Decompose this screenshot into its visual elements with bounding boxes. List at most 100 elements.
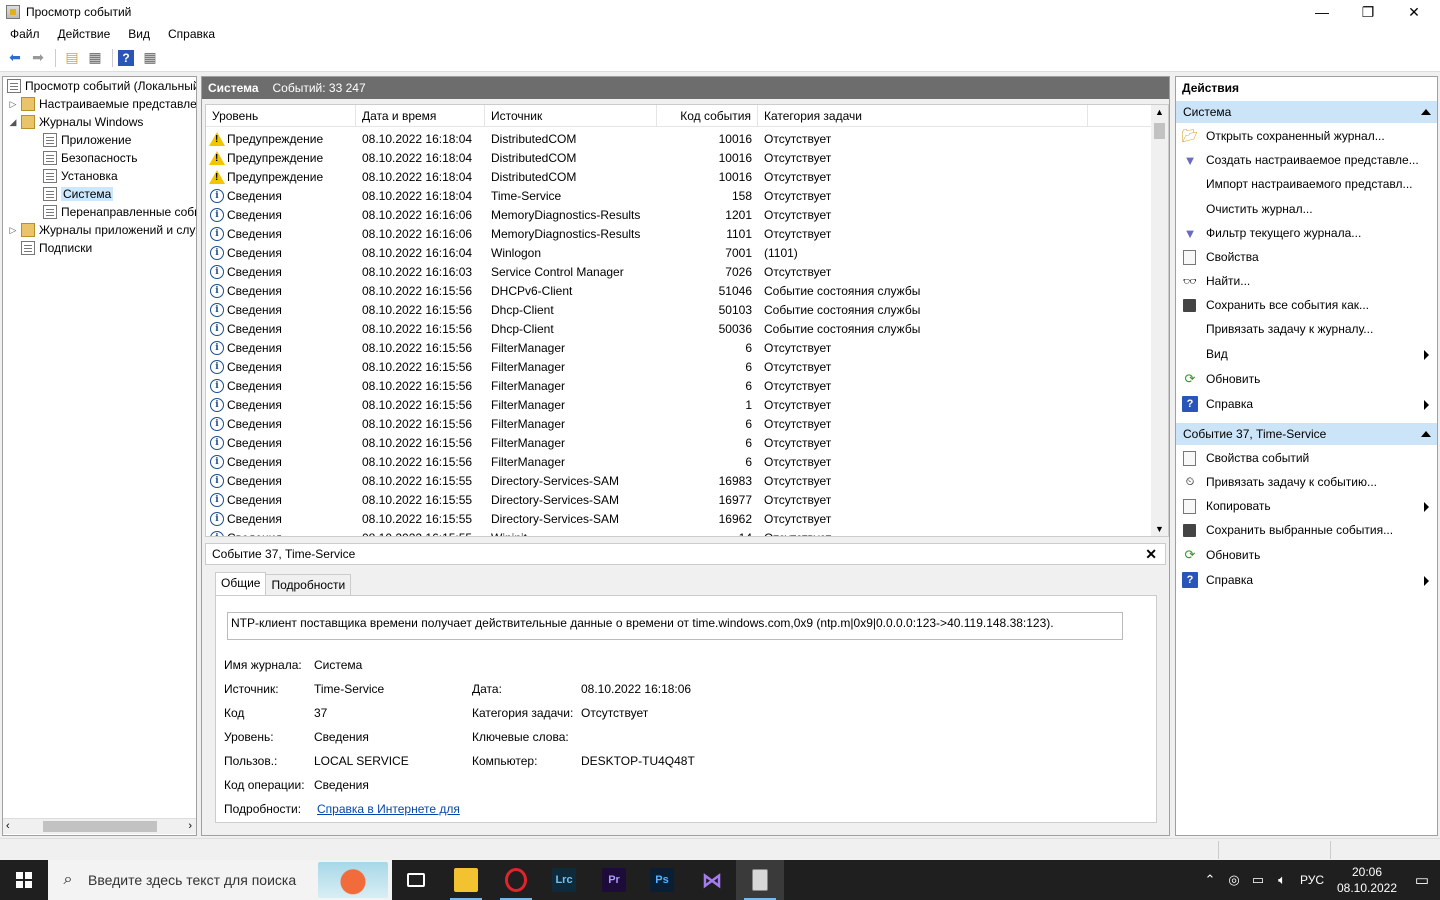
table-row[interactable]: i Сведения 08.10.2022 16:16:03 Service Cont… — [206, 262, 1151, 281]
value-source[interactable]: Time-Service — [314, 682, 384, 696]
start-button[interactable] — [0, 860, 48, 900]
table-row[interactable]: Предупреждение 08.10.2022 16:18:04 Distrib… — [206, 129, 1151, 148]
table-row[interactable]: Предупреждение 08.10.2022 16:18:04 Distrib… — [206, 167, 1151, 186]
table-row[interactable]: i Сведения 08.10.2022 16:16:04 Winlogon 7001… — [206, 243, 1151, 262]
forward-arrow-icon[interactable]: ➡ — [27, 47, 49, 69]
table-row[interactable]: i Сведения 08.10.2022 16:15:56 Dhcp-Client 5… — [206, 319, 1151, 338]
action-item[interactable]: 👓︎ Найти... — [1176, 270, 1437, 292]
notifications-icon[interactable]: ▭ — [1404, 871, 1440, 889]
column-task-category[interactable]: Категория задачи — [758, 105, 1088, 126]
taskbar-photoshop[interactable]: Ps — [638, 860, 686, 900]
action-item[interactable]: Свойства — [1176, 246, 1437, 268]
action-item[interactable]: Копировать — [1176, 495, 1437, 517]
table-row[interactable]: i Сведения 08.10.2022 16:16:06 MemoryDiagno… — [206, 224, 1151, 243]
actions-section-event[interactable]: Событие 37, Time-Service — [1176, 423, 1437, 445]
value-opcode[interactable]: Сведения — [314, 778, 369, 792]
input-language[interactable]: РУС — [1294, 873, 1330, 887]
scroll-right-icon[interactable]: › — [188, 820, 192, 832]
action-item[interactable]: Импорт настраиваемого представл... — [1176, 173, 1437, 195]
action-item[interactable]: ⏲ Привязать задачу к событию... — [1176, 471, 1437, 493]
tree-log-forwarded[interactable]: Перенаправленные события — [41, 203, 196, 221]
up-folder-icon[interactable]: ▤ — [61, 47, 83, 69]
table-row[interactable]: i Сведения 08.10.2022 16:15:55 Directory-Se… — [206, 471, 1151, 490]
action-item[interactable]: ? Справка — [1176, 393, 1437, 415]
column-datetime[interactable]: Дата и время — [356, 105, 485, 126]
action-item[interactable]: Привязать задачу к журналу... — [1176, 318, 1437, 340]
taskbar-event-viewer[interactable] — [736, 860, 784, 900]
tree-custom-views[interactable]: ▷Настраиваемые представления — [7, 95, 196, 113]
table-row[interactable]: i Сведения 08.10.2022 16:15:56 Dhcp-Client 5… — [206, 300, 1151, 319]
tree-log-system[interactable]: Система — [41, 185, 114, 203]
tray-overflow-icon[interactable]: ⌃ — [1198, 872, 1222, 888]
column-level[interactable]: Уровень — [206, 105, 356, 126]
grid-vertical-scrollbar[interactable]: ▲ ▼ — [1151, 105, 1168, 536]
action-item[interactable]: Вид — [1176, 343, 1437, 365]
maximize-button[interactable]: ❐ — [1345, 0, 1391, 24]
close-detail-icon[interactable]: ✕ — [1145, 546, 1157, 563]
table-row[interactable]: iСведения08.10.2022 16:15:55Wininit14Отс… — [206, 528, 1151, 536]
taskbar-clock[interactable]: 20:06 08.10.2022 — [1330, 864, 1404, 896]
action-item[interactable]: ⟳ Обновить — [1176, 544, 1437, 566]
expand-chevron-icon[interactable]: ▷ — [7, 225, 19, 236]
taskbar-lightroom[interactable]: Lrc — [540, 860, 588, 900]
network-icon[interactable]: ▭ — [1246, 872, 1270, 888]
show-hide-tree-icon[interactable]: ▦ — [84, 47, 106, 69]
action-item[interactable]: 📂︎ Открыть сохраненный журнал... — [1176, 125, 1437, 147]
table-row[interactable]: i Сведения 08.10.2022 16:15:55 Directory-Se… — [206, 490, 1151, 509]
table-row[interactable]: Предупреждение 08.10.2022 16:18:04 Distrib… — [206, 148, 1151, 167]
taskbar-opera[interactable] — [492, 860, 540, 900]
menu-view[interactable]: Вид — [118, 27, 158, 41]
scrollbar-thumb[interactable] — [1154, 123, 1165, 139]
action-item[interactable]: ▼ Фильтр текущего журнала... — [1176, 222, 1437, 244]
table-row[interactable]: i Сведения 08.10.2022 16:15:56 FilterManage… — [206, 414, 1151, 433]
actions-section-system[interactable]: Система — [1176, 101, 1437, 123]
collapse-triangle-icon[interactable] — [1421, 431, 1431, 437]
collapse-triangle-icon[interactable] — [1421, 109, 1431, 115]
task-view-button[interactable] — [392, 860, 440, 900]
table-row[interactable]: i Сведения 08.10.2022 16:15:56 FilterManage… — [206, 338, 1151, 357]
tree-subscriptions[interactable]: Подписки — [19, 239, 92, 257]
tree-windows-logs[interactable]: ◢ Журналы Windows — [7, 113, 143, 131]
action-item[interactable]: ? Справка — [1176, 569, 1437, 591]
tree-root[interactable]: Просмотр событий (Локальный) — [5, 77, 196, 95]
tree-app-logs[interactable]: ▷ Журналы приложений и служб — [7, 221, 196, 239]
online-help-link[interactable]: Справка в Интернете для — [317, 802, 460, 816]
action-item[interactable]: ▼ Создать настраиваемое представле... — [1176, 149, 1437, 171]
taskbar-file-explorer[interactable] — [442, 860, 490, 900]
tree-log-setup[interactable]: Установка — [41, 167, 118, 185]
event-message[interactable]: NTP-клиент поставщика времени получает д… — [227, 612, 1123, 640]
table-row[interactable]: i Сведения 08.10.2022 16:15:56 FilterManage… — [206, 376, 1151, 395]
menu-file[interactable]: Файл — [0, 27, 48, 41]
taskbar-search-box[interactable]: ⌕ Введите здесь текст для поиска — [48, 860, 392, 900]
value-level[interactable]: Сведения — [314, 730, 369, 744]
table-row[interactable]: i Сведения 08.10.2022 16:16:06 MemoryDiagno… — [206, 205, 1151, 224]
tree-horizontal-scrollbar[interactable]: ‹ › — [3, 818, 196, 834]
expand-chevron-icon[interactable]: ▷ — [7, 99, 19, 110]
table-row[interactable]: i Сведения 08.10.2022 16:15:56 DHCPv6-Clien… — [206, 281, 1151, 300]
value-computer[interactable]: DESKTOP-TU4Q48T — [581, 754, 695, 768]
meet-now-icon[interactable]: ◎ — [1222, 872, 1246, 888]
column-source[interactable]: Источник — [485, 105, 657, 126]
scroll-down-icon[interactable]: ▼ — [1155, 524, 1164, 534]
action-item[interactable]: Сохранить все события как... — [1176, 294, 1437, 316]
back-arrow-icon[interactable]: ⬅ — [4, 47, 26, 69]
action-item[interactable]: Свойства событий — [1176, 447, 1437, 469]
tree-log-security[interactable]: Безопасность — [41, 149, 138, 167]
table-row[interactable]: i Сведения 08.10.2022 16:18:04 Time-Service… — [206, 186, 1151, 205]
taskbar-premiere[interactable]: Pr — [590, 860, 638, 900]
taskbar-visual-studio[interactable]: ⋈ — [688, 860, 736, 900]
table-row[interactable]: i Сведения 08.10.2022 16:15:56 FilterManage… — [206, 395, 1151, 414]
value-log-name[interactable]: Система — [314, 658, 362, 672]
volume-icon[interactable]: 🔈︎ — [1270, 872, 1294, 888]
table-row[interactable]: i Сведения 08.10.2022 16:15:56 FilterManage… — [206, 357, 1151, 376]
scroll-left-icon[interactable]: ‹ — [6, 820, 10, 832]
action-item[interactable]: ⟳ Обновить — [1176, 368, 1437, 390]
value-date[interactable]: 08.10.2022 16:18:06 — [581, 682, 691, 696]
menu-action[interactable]: Действие — [48, 27, 119, 41]
table-row[interactable]: i Сведения 08.10.2022 16:15:56 FilterManage… — [206, 452, 1151, 471]
scrollbar-thumb[interactable] — [43, 821, 157, 832]
value-category[interactable]: Отсутствует — [581, 706, 648, 720]
value-user[interactable]: LOCAL SERVICE — [314, 754, 409, 768]
tree-log-application[interactable]: Приложение — [41, 131, 131, 149]
scroll-up-icon[interactable]: ▲ — [1155, 107, 1164, 117]
